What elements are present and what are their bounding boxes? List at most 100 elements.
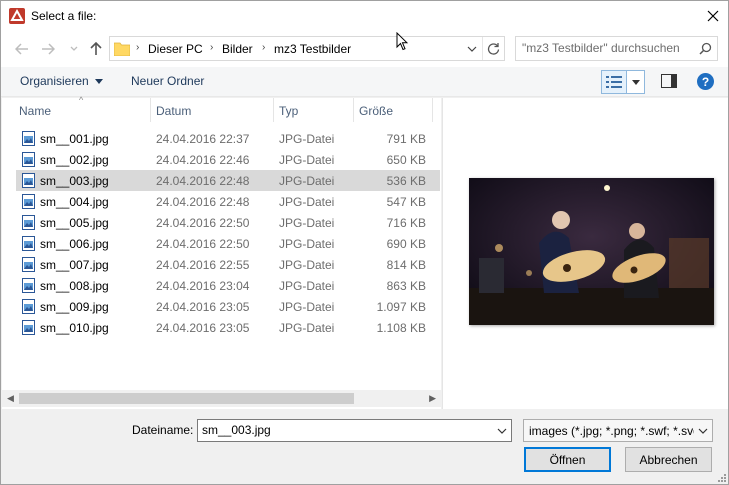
caret-down-icon <box>94 79 103 85</box>
preview-pane-icon[interactable] <box>661 74 677 88</box>
column-divider[interactable] <box>353 98 354 122</box>
resize-grip-icon[interactable] <box>716 472 726 482</box>
back-button[interactable] <box>13 40 31 58</box>
chevron-down-icon <box>698 426 708 436</box>
file-row[interactable]: sm__010.jpg 24.04.2016 23:05 JPG-Datei 1… <box>16 317 440 338</box>
window-title: Select a file: <box>31 9 97 23</box>
new-folder-button[interactable]: Neuer Ordner <box>131 74 204 88</box>
file-size: 547 KB <box>386 195 426 209</box>
title-bar: Select a file: <box>1 1 728 31</box>
details-view-icon <box>606 76 622 88</box>
column-header-row: ^ Name Datum Typ Größe <box>2 95 441 122</box>
file-row-selected[interactable]: sm__003.jpg 24.04.2016 22:48 JPG-Datei 5… <box>16 170 440 191</box>
command-bar: Organisieren Neuer Ordner ? <box>1 67 728 97</box>
view-options-dropdown[interactable] <box>627 70 645 94</box>
file-name: sm__003.jpg <box>40 174 109 188</box>
close-button[interactable] <box>698 1 728 31</box>
preview-pane <box>442 98 728 409</box>
breadcrumb-separator-icon: › <box>210 42 214 53</box>
breadcrumb-item[interactable]: Dieser PC <box>148 42 203 56</box>
file-row[interactable]: sm__004.jpg 24.04.2016 22:48 JPG-Datei 5… <box>16 191 440 212</box>
preview-image <box>469 178 714 325</box>
refresh-button[interactable] <box>482 37 504 60</box>
file-row[interactable]: sm__008.jpg 24.04.2016 23:04 JPG-Datei 8… <box>16 275 440 296</box>
file-size: 536 KB <box>386 174 426 188</box>
organize-label: Organisieren <box>20 74 89 88</box>
column-header-name[interactable]: Name <box>19 104 51 118</box>
cancel-button[interactable]: Abbrechen <box>625 447 712 472</box>
column-divider[interactable] <box>273 98 274 122</box>
image-file-icon <box>22 131 35 146</box>
file-type: JPG-Datei <box>279 153 335 167</box>
file-name: sm__002.jpg <box>40 153 109 167</box>
search-box[interactable] <box>515 36 718 61</box>
scrollbar-thumb[interactable] <box>19 393 354 404</box>
arrow-right-icon <box>42 43 55 55</box>
file-date: 24.04.2016 22:46 <box>156 153 250 167</box>
breadcrumb-separator-icon: › <box>262 42 266 53</box>
refresh-icon <box>487 43 500 55</box>
image-file-icon <box>22 299 35 314</box>
image-file-icon <box>22 278 35 293</box>
file-size: 1.108 KB <box>376 321 426 335</box>
column-divider[interactable] <box>432 98 433 122</box>
file-size: 650 KB <box>386 153 426 167</box>
file-date: 24.04.2016 22:50 <box>156 216 250 230</box>
address-bar[interactable]: › Dieser PC › Bilder › mz3 Testbilder <box>109 36 505 61</box>
file-row[interactable]: sm__009.jpg 24.04.2016 23:05 JPG-Datei 1… <box>16 296 440 317</box>
file-date: 24.04.2016 22:50 <box>156 237 250 251</box>
breadcrumb-item[interactable]: Bilder <box>222 42 253 56</box>
column-header-size[interactable]: Größe <box>359 104 393 118</box>
scroll-right-icon[interactable]: ▶ <box>429 393 436 404</box>
organize-menu-button[interactable]: Organisieren <box>20 74 103 88</box>
filetype-select[interactable]: images (*.jpg; *.png; *.swf; *.svg <box>523 419 713 442</box>
breadcrumb-item[interactable]: mz3 Testbilder <box>274 42 351 56</box>
file-name: sm__010.jpg <box>40 321 109 335</box>
file-date: 24.04.2016 22:48 <box>156 174 250 188</box>
file-row[interactable]: sm__007.jpg 24.04.2016 22:55 JPG-Datei 8… <box>16 254 440 275</box>
file-type: JPG-Datei <box>279 279 335 293</box>
image-file-icon <box>22 215 35 230</box>
horizontal-scrollbar[interactable]: ◀ ▶ <box>2 390 441 407</box>
change-view-button[interactable] <box>601 70 627 94</box>
file-row[interactable]: sm__006.jpg 24.04.2016 22:50 JPG-Datei 6… <box>16 233 440 254</box>
filename-combobox[interactable] <box>197 419 512 442</box>
file-row[interactable]: sm__002.jpg 24.04.2016 22:46 JPG-Datei 6… <box>16 149 440 170</box>
search-icon[interactable] <box>699 42 712 55</box>
scroll-left-icon[interactable]: ◀ <box>7 393 14 404</box>
column-header-type[interactable]: Typ <box>279 104 298 118</box>
file-date: 24.04.2016 22:55 <box>156 258 250 272</box>
recent-locations-button[interactable] <box>65 40 83 58</box>
column-divider[interactable] <box>150 98 151 122</box>
filename-input[interactable] <box>202 423 482 437</box>
chevron-down-icon[interactable] <box>497 426 507 436</box>
file-size: 863 KB <box>386 279 426 293</box>
image-file-icon <box>22 320 35 335</box>
file-row[interactable]: sm__001.jpg 24.04.2016 22:37 JPG-Datei 7… <box>16 128 440 149</box>
column-header-date[interactable]: Datum <box>156 104 191 118</box>
file-row[interactable]: sm__005.jpg 24.04.2016 22:50 JPG-Datei 7… <box>16 212 440 233</box>
file-date: 24.04.2016 23:05 <box>156 300 250 314</box>
image-file-icon <box>22 173 35 188</box>
up-button[interactable] <box>87 40 105 58</box>
navigation-bar: › Dieser PC › Bilder › mz3 Testbilder <box>1 31 728 67</box>
app-logo-icon <box>9 8 25 24</box>
image-file-icon <box>22 194 35 209</box>
close-icon <box>707 10 719 22</box>
file-name: sm__005.jpg <box>40 216 109 230</box>
file-list[interactable]: ^ Name Datum Typ Größe sm__001.jpg 24.04… <box>2 95 441 409</box>
file-name: sm__001.jpg <box>40 132 109 146</box>
arrow-left-icon <box>15 43 28 55</box>
chevron-down-icon[interactable] <box>466 43 478 55</box>
search-input[interactable] <box>522 41 692 55</box>
filetype-value: images (*.jpg; *.png; *.swf; *.svg <box>529 424 694 438</box>
help-button[interactable]: ? <box>697 73 714 90</box>
open-button[interactable]: Öffnen <box>524 447 611 472</box>
file-type: JPG-Datei <box>279 216 335 230</box>
forward-button[interactable] <box>39 40 57 58</box>
file-type: JPG-Datei <box>279 258 335 272</box>
file-size: 1.097 KB <box>376 300 426 314</box>
file-name: sm__004.jpg <box>40 195 109 209</box>
file-type: JPG-Datei <box>279 237 335 251</box>
folder-icon <box>114 42 130 56</box>
